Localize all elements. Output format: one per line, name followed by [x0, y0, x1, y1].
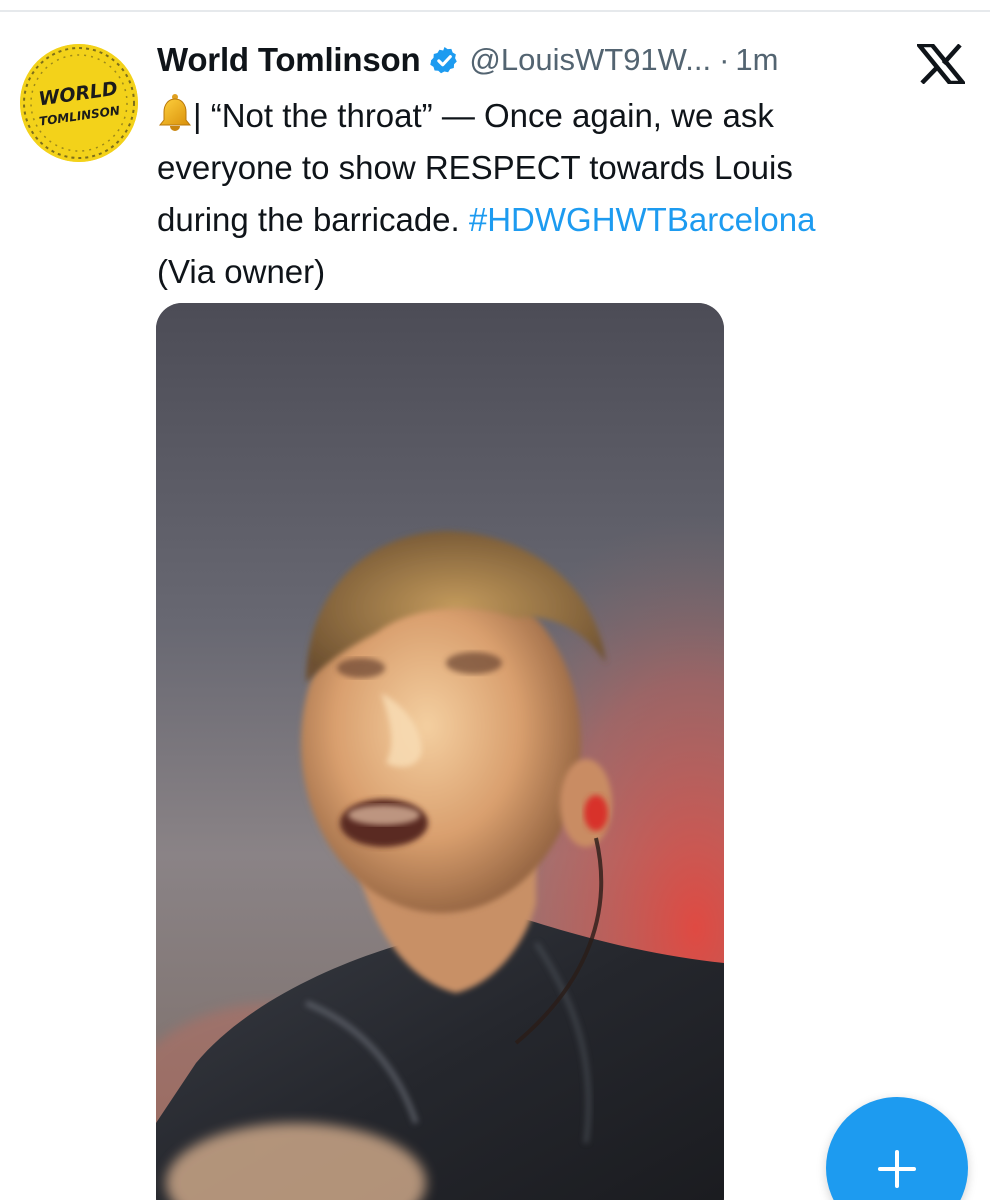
- tweet-text: | “Not the throat” — Once again, we ask …: [157, 90, 917, 298]
- tweet-text-line-1: | “Not the throat” — Once again, we ask: [157, 90, 917, 142]
- verified-badge-icon: [429, 45, 460, 76]
- timestamp[interactable]: 1m: [735, 42, 778, 78]
- video-frame: [156, 303, 724, 1200]
- compose-button[interactable]: [826, 1097, 968, 1200]
- tweet-text-line-2: everyone to show RESPECT towards Louis: [157, 149, 793, 186]
- avatar-logo: WORLD TOMLINSON: [20, 44, 138, 162]
- tweet-text-line-1-text: | “Not the throat” — Once again, we ask: [193, 97, 774, 134]
- plus-icon: [877, 1149, 917, 1189]
- tweet-content: World Tomlinson @LouisWT91W... · 1m | “N…: [157, 36, 917, 298]
- divider: [0, 10, 990, 12]
- tweet-text-line-3-text: during the barricade.: [157, 201, 469, 238]
- tweet-screen: WORLD TOMLINSON World Tomlinson @LouisWT…: [0, 0, 990, 1200]
- hashtag-link[interactable]: #HDWGHWTBarcelona: [469, 201, 816, 238]
- tweet-text-line-4: (Via owner): [157, 253, 326, 290]
- x-logo-icon: [914, 42, 968, 86]
- display-name[interactable]: World Tomlinson: [157, 41, 421, 79]
- user-handle[interactable]: @LouisWT91W...: [469, 42, 711, 78]
- tweet-media-video[interactable]: [156, 303, 724, 1200]
- separator-dot: ·: [719, 42, 730, 77]
- tweet-text-line-3: during the barricade. #HDWGHWTBarcelona: [157, 194, 917, 246]
- tweet-header: World Tomlinson @LouisWT91W... · 1m: [157, 36, 917, 84]
- bell-emoji-icon: [157, 93, 193, 133]
- avatar[interactable]: WORLD TOMLINSON: [20, 44, 138, 162]
